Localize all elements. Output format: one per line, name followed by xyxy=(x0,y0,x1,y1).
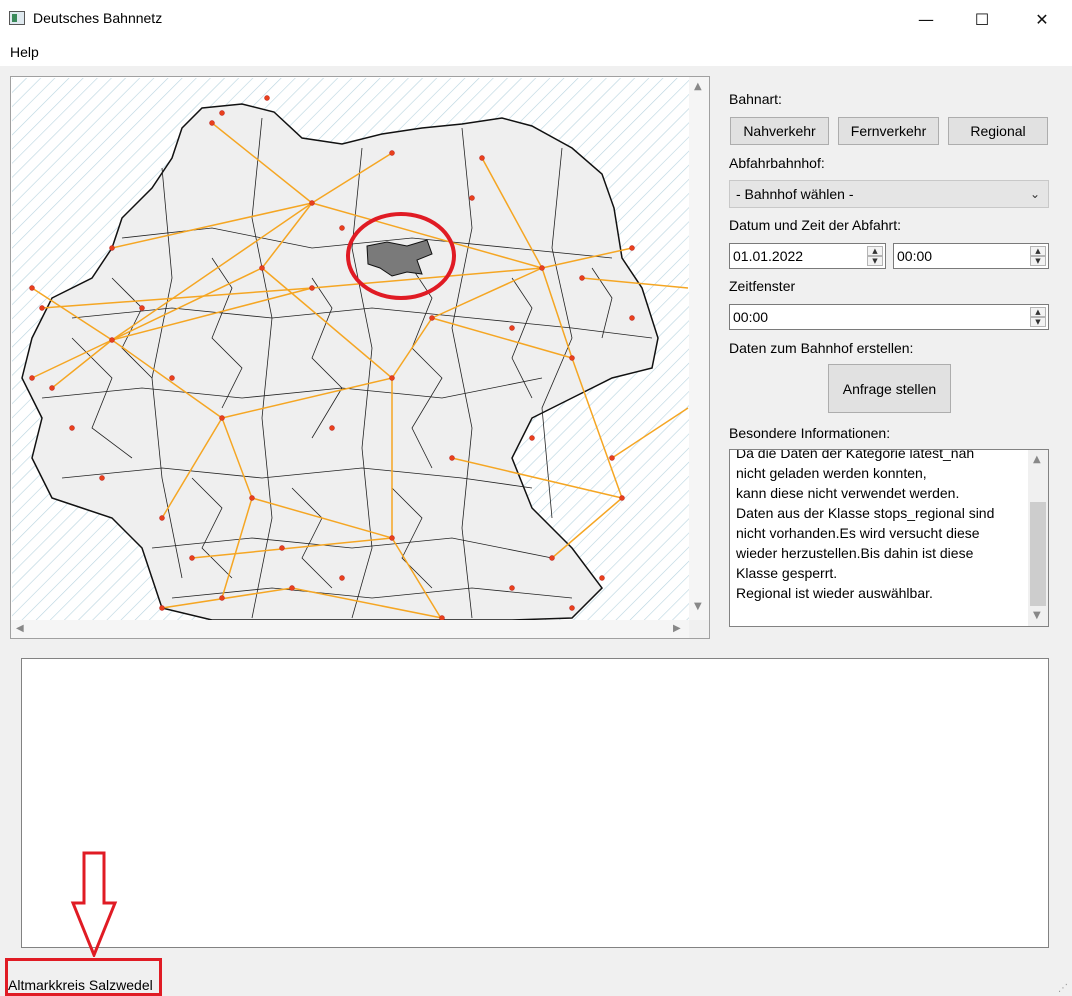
zeitfenster-value: 00:00 xyxy=(733,309,769,325)
menu-bar: Help xyxy=(0,38,1072,66)
scroll-left-icon[interactable]: ◀ xyxy=(16,623,24,634)
bahnhof-select[interactable]: - Bahnhof wählen - ⌄ xyxy=(729,180,1049,208)
spin-up-icon[interactable]: ▲ xyxy=(867,246,883,256)
spin-down-icon[interactable]: ▼ xyxy=(1030,317,1046,327)
info-line: nicht geladen werden konnten, xyxy=(736,465,927,481)
scroll-down-icon[interactable]: ▼ xyxy=(694,601,702,612)
info-textbox[interactable]: Da die Daten der Kategorie latest_nah ni… xyxy=(729,449,1049,627)
nahverkehr-button[interactable]: Nahverkehr xyxy=(730,117,829,145)
title-bar: Deutsches Bahnnetz — ☐ ✕ xyxy=(0,0,1072,38)
scroll-corner xyxy=(689,620,709,638)
info-scroll-thumb[interactable] xyxy=(1030,502,1046,606)
abfahrbahnhof-label: Abfahrbahnhof: xyxy=(729,155,825,171)
bahnart-label: Bahnart: xyxy=(729,91,782,107)
close-button[interactable]: ✕ xyxy=(1018,0,1066,38)
window-title: Deutsches Bahnnetz xyxy=(33,10,163,26)
info-line: Da die Daten der Kategorie latest_nah xyxy=(736,449,975,461)
resize-grip-icon[interactable]: ⋰ xyxy=(1058,983,1068,994)
time-spinbox[interactable]: 00:00 ▲ ▼ xyxy=(893,243,1049,269)
zeitfenster-label: Zeitfenster xyxy=(729,278,796,294)
app-icon xyxy=(9,11,25,25)
info-text: Da die Daten der Kategorie latest_nah ni… xyxy=(736,449,1026,603)
map-vertical-scrollbar[interactable]: ▲ ▼ xyxy=(689,77,709,621)
spin-up-icon[interactable]: ▲ xyxy=(1030,246,1046,256)
annotation-arrow-icon xyxy=(70,851,118,957)
spin-down-icon[interactable]: ▼ xyxy=(1030,256,1046,266)
status-text: Altmarkkreis Salzwedel xyxy=(8,977,153,993)
output-area[interactable] xyxy=(21,658,1049,948)
scroll-down-icon[interactable]: ▼ xyxy=(1033,610,1041,621)
fernverkehr-button[interactable]: Fernverkehr xyxy=(838,117,939,145)
info-line: kann diese nicht verwendet werden. xyxy=(736,485,960,501)
chevron-down-icon: ⌄ xyxy=(1029,187,1040,201)
anfrage-stellen-button[interactable]: Anfrage stellen xyxy=(828,364,951,413)
info-line: wieder herzustellen.Bis dahin ist diese xyxy=(736,545,974,561)
date-spinbox[interactable]: 01.01.2022 ▲ ▼ xyxy=(729,243,886,269)
scroll-up-icon[interactable]: ▲ xyxy=(1033,454,1041,465)
date-value: 01.01.2022 xyxy=(733,248,804,264)
menu-help[interactable]: Help xyxy=(10,44,39,60)
daten-label: Daten zum Bahnhof erstellen: xyxy=(729,340,914,356)
time-value: 00:00 xyxy=(897,248,933,264)
germany-rail-map[interactable] xyxy=(12,78,690,620)
scroll-right-icon[interactable]: ▶ xyxy=(673,623,681,634)
map-horizontal-scrollbar[interactable]: ◀ ▶ xyxy=(11,620,690,638)
map-view[interactable]: ▲ ▼ ◀ ▶ xyxy=(10,76,710,639)
besondere-label: Besondere Informationen: xyxy=(729,425,891,441)
bahnhof-select-value: - Bahnhof wählen - xyxy=(736,186,854,202)
spin-down-icon[interactable]: ▼ xyxy=(867,256,883,266)
maximize-button[interactable]: ☐ xyxy=(958,0,1006,38)
info-line: Regional ist wieder auswählbar. xyxy=(736,585,933,601)
info-line: Daten aus der Klasse stops_regional sind xyxy=(736,505,995,521)
info-line: nicht vorhanden.Es wird versucht diese xyxy=(736,525,980,541)
minimize-button[interactable]: — xyxy=(902,0,950,38)
datum-label: Datum und Zeit der Abfahrt: xyxy=(729,217,901,233)
info-line: Klasse gesperrt. xyxy=(736,565,838,581)
zeitfenster-spinbox[interactable]: 00:00 ▲ ▼ xyxy=(729,304,1049,330)
spin-up-icon[interactable]: ▲ xyxy=(1030,307,1046,317)
info-scrollbar[interactable]: ▲ ▼ xyxy=(1028,450,1048,626)
scroll-up-icon[interactable]: ▲ xyxy=(694,81,702,92)
regional-button[interactable]: Regional xyxy=(948,117,1048,145)
